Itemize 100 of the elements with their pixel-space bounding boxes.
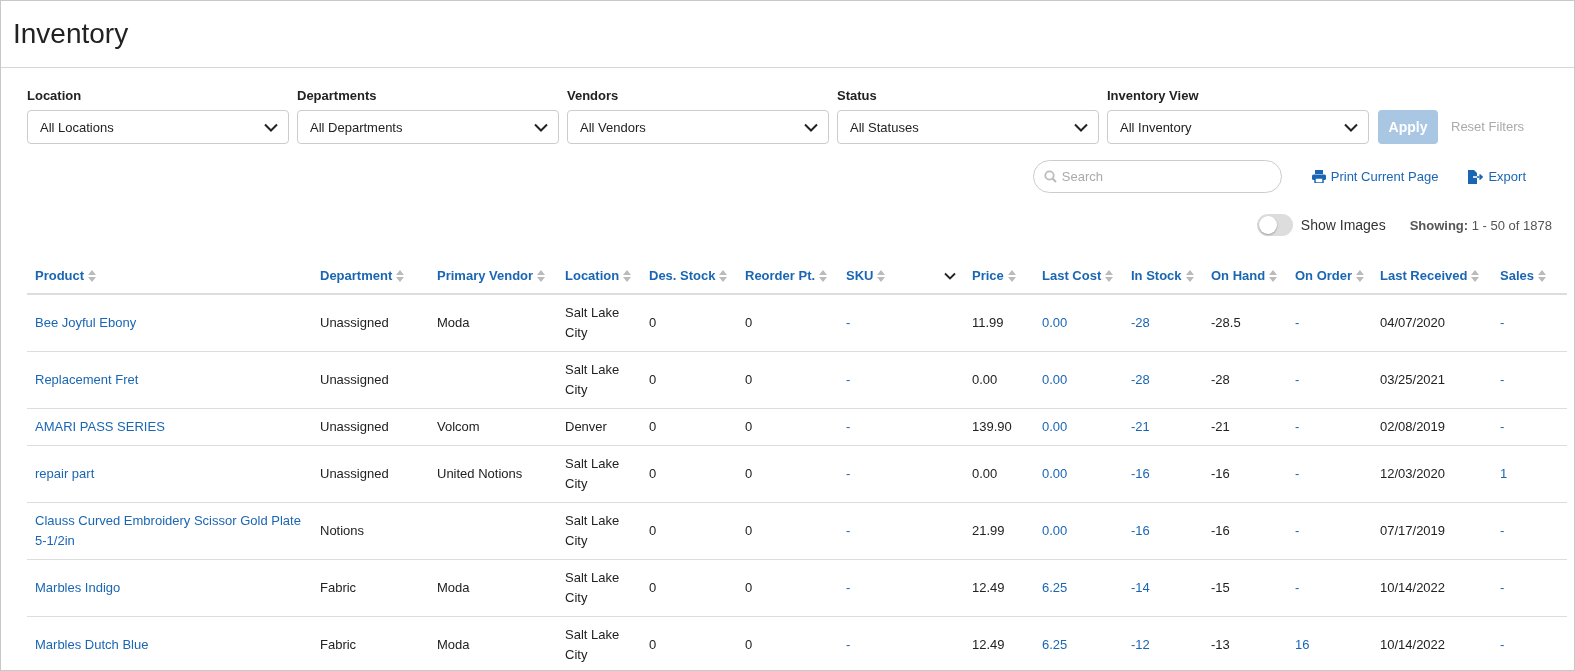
sort-icon[interactable]: [1007, 269, 1016, 282]
filter-dropdown[interactable]: All Inventory: [1107, 110, 1369, 144]
table-link[interactable]: 0.00: [1042, 464, 1115, 484]
sort-icon[interactable]: [877, 269, 886, 282]
table-link[interactable]: Marbles Indigo: [35, 578, 304, 598]
sort-icon[interactable]: [1269, 269, 1278, 282]
column-header[interactable]: Last Cost: [1042, 268, 1102, 283]
table-link[interactable]: -: [1500, 313, 1559, 333]
filter-dropdown[interactable]: All Vendors: [567, 110, 829, 144]
table-cell: 0: [745, 637, 753, 652]
table-cell: Notions: [320, 523, 365, 538]
sort-icon[interactable]: [1471, 269, 1480, 282]
column-header[interactable]: In Stock: [1131, 268, 1182, 283]
table-cell: Salt Lake City: [565, 570, 620, 605]
printer-icon: [1311, 170, 1326, 183]
table-link[interactable]: -16: [1131, 521, 1195, 541]
table-link[interactable]: repair part: [35, 464, 304, 484]
column-header[interactable]: Department: [320, 268, 393, 283]
table-cell: 07/17/2019: [1380, 523, 1446, 538]
table-link[interactable]: 0.00: [1042, 370, 1115, 390]
table-cell: Unassigned: [320, 315, 389, 330]
column-header[interactable]: Product: [35, 268, 85, 283]
table-link[interactable]: -16: [1131, 464, 1195, 484]
table-cell: Moda: [437, 315, 470, 330]
show-images-toggle[interactable]: [1256, 214, 1293, 236]
table-cell: 10/14/2022: [1380, 580, 1446, 595]
table-link[interactable]: -: [846, 521, 956, 541]
sort-icon[interactable]: [1105, 269, 1114, 282]
search-field[interactable]: Search: [1032, 160, 1282, 193]
sort-icon[interactable]: [819, 269, 828, 282]
table-link[interactable]: -: [846, 635, 956, 655]
table-link[interactable]: -14: [1131, 578, 1195, 598]
table-link[interactable]: -12: [1131, 635, 1195, 655]
column-header[interactable]: Reorder Pt.: [745, 268, 816, 283]
column-header[interactable]: Location: [565, 268, 620, 283]
table-cell: -13: [1211, 637, 1230, 652]
filter-dropdown[interactable]: All Locations: [27, 110, 289, 144]
table-link[interactable]: -21: [1131, 417, 1195, 437]
filter-dropdown[interactable]: All Departments: [297, 110, 559, 144]
table-cell: 0.00: [972, 466, 998, 481]
table-link[interactable]: -: [1295, 521, 1364, 541]
sort-icon[interactable]: [1185, 269, 1194, 282]
column-header[interactable]: On Order: [1295, 268, 1353, 283]
table-link[interactable]: 0.00: [1042, 521, 1115, 541]
table-cell: 0: [745, 372, 753, 387]
sort-icon[interactable]: [88, 269, 97, 282]
table-link[interactable]: -: [846, 370, 956, 390]
column-header[interactable]: Des. Stock: [649, 268, 716, 283]
table-cell: United Notions: [437, 466, 523, 481]
column-header[interactable]: Sales: [1500, 268, 1534, 283]
table-link[interactable]: -28: [1131, 370, 1195, 390]
sort-icon[interactable]: [396, 269, 405, 282]
table-cell: 0: [649, 419, 657, 434]
export-link[interactable]: Export: [1468, 169, 1526, 184]
table-link[interactable]: -: [1500, 521, 1559, 541]
sort-icon[interactable]: [719, 269, 728, 282]
sort-icon[interactable]: [1356, 269, 1364, 282]
table-link[interactable]: 6.25: [1042, 635, 1115, 655]
table-link[interactable]: Marbles Dutch Blue: [35, 635, 304, 655]
filter-dropdown[interactable]: All Statuses: [837, 110, 1099, 144]
table-link[interactable]: -: [846, 417, 956, 437]
table-link[interactable]: 0.00: [1042, 313, 1115, 333]
sort-icon[interactable]: [623, 269, 632, 282]
column-header[interactable]: SKU: [846, 268, 874, 283]
table-link[interactable]: 16: [1295, 635, 1364, 655]
table-link[interactable]: 6.25: [1042, 578, 1115, 598]
print-link[interactable]: Print Current Page: [1311, 169, 1439, 184]
table-link[interactable]: -: [1500, 417, 1559, 437]
column-header[interactable]: Price: [972, 268, 1004, 283]
table-link[interactable]: 0.00: [1042, 417, 1115, 437]
filter-label: Status: [837, 88, 878, 103]
chevron-down-icon: [264, 122, 278, 132]
table-link[interactable]: -: [1295, 417, 1364, 437]
table-cell: 0: [745, 419, 753, 434]
chevron-down-icon[interactable]: [944, 271, 956, 280]
table-cell: Salt Lake City: [565, 513, 620, 548]
table-link[interactable]: Clauss Curved Embroidery Scissor Gold Plate 5-1/2in: [35, 511, 304, 551]
column-header[interactable]: Last Received: [1380, 268, 1468, 283]
sort-icon[interactable]: [537, 269, 546, 282]
table-link[interactable]: -: [1500, 578, 1559, 598]
table-link[interactable]: -: [1500, 635, 1559, 655]
table-link[interactable]: -: [1295, 313, 1364, 333]
table-link[interactable]: 1: [1500, 464, 1559, 484]
table-link[interactable]: AMARI PASS SERIES: [35, 417, 304, 437]
table-link[interactable]: -: [1295, 578, 1364, 598]
table-link[interactable]: -: [846, 578, 956, 598]
table-cell: 139.90: [972, 419, 1012, 434]
filter-label: Vendors: [567, 88, 620, 103]
table-link[interactable]: -: [846, 313, 956, 333]
table-cell: Salt Lake City: [565, 627, 620, 662]
table-link[interactable]: Bee Joyful Ebony: [35, 313, 304, 333]
table-link[interactable]: -: [1500, 370, 1559, 390]
sort-icon[interactable]: [1538, 269, 1546, 282]
column-header[interactable]: On Hand: [1211, 268, 1266, 283]
column-header[interactable]: Primary Vendor: [437, 268, 534, 283]
table-link[interactable]: -: [1295, 370, 1364, 390]
table-link[interactable]: -: [846, 464, 956, 484]
table-link[interactable]: -: [1295, 464, 1364, 484]
table-link[interactable]: Replacement Fret: [35, 370, 304, 390]
table-link[interactable]: -28: [1131, 313, 1195, 333]
